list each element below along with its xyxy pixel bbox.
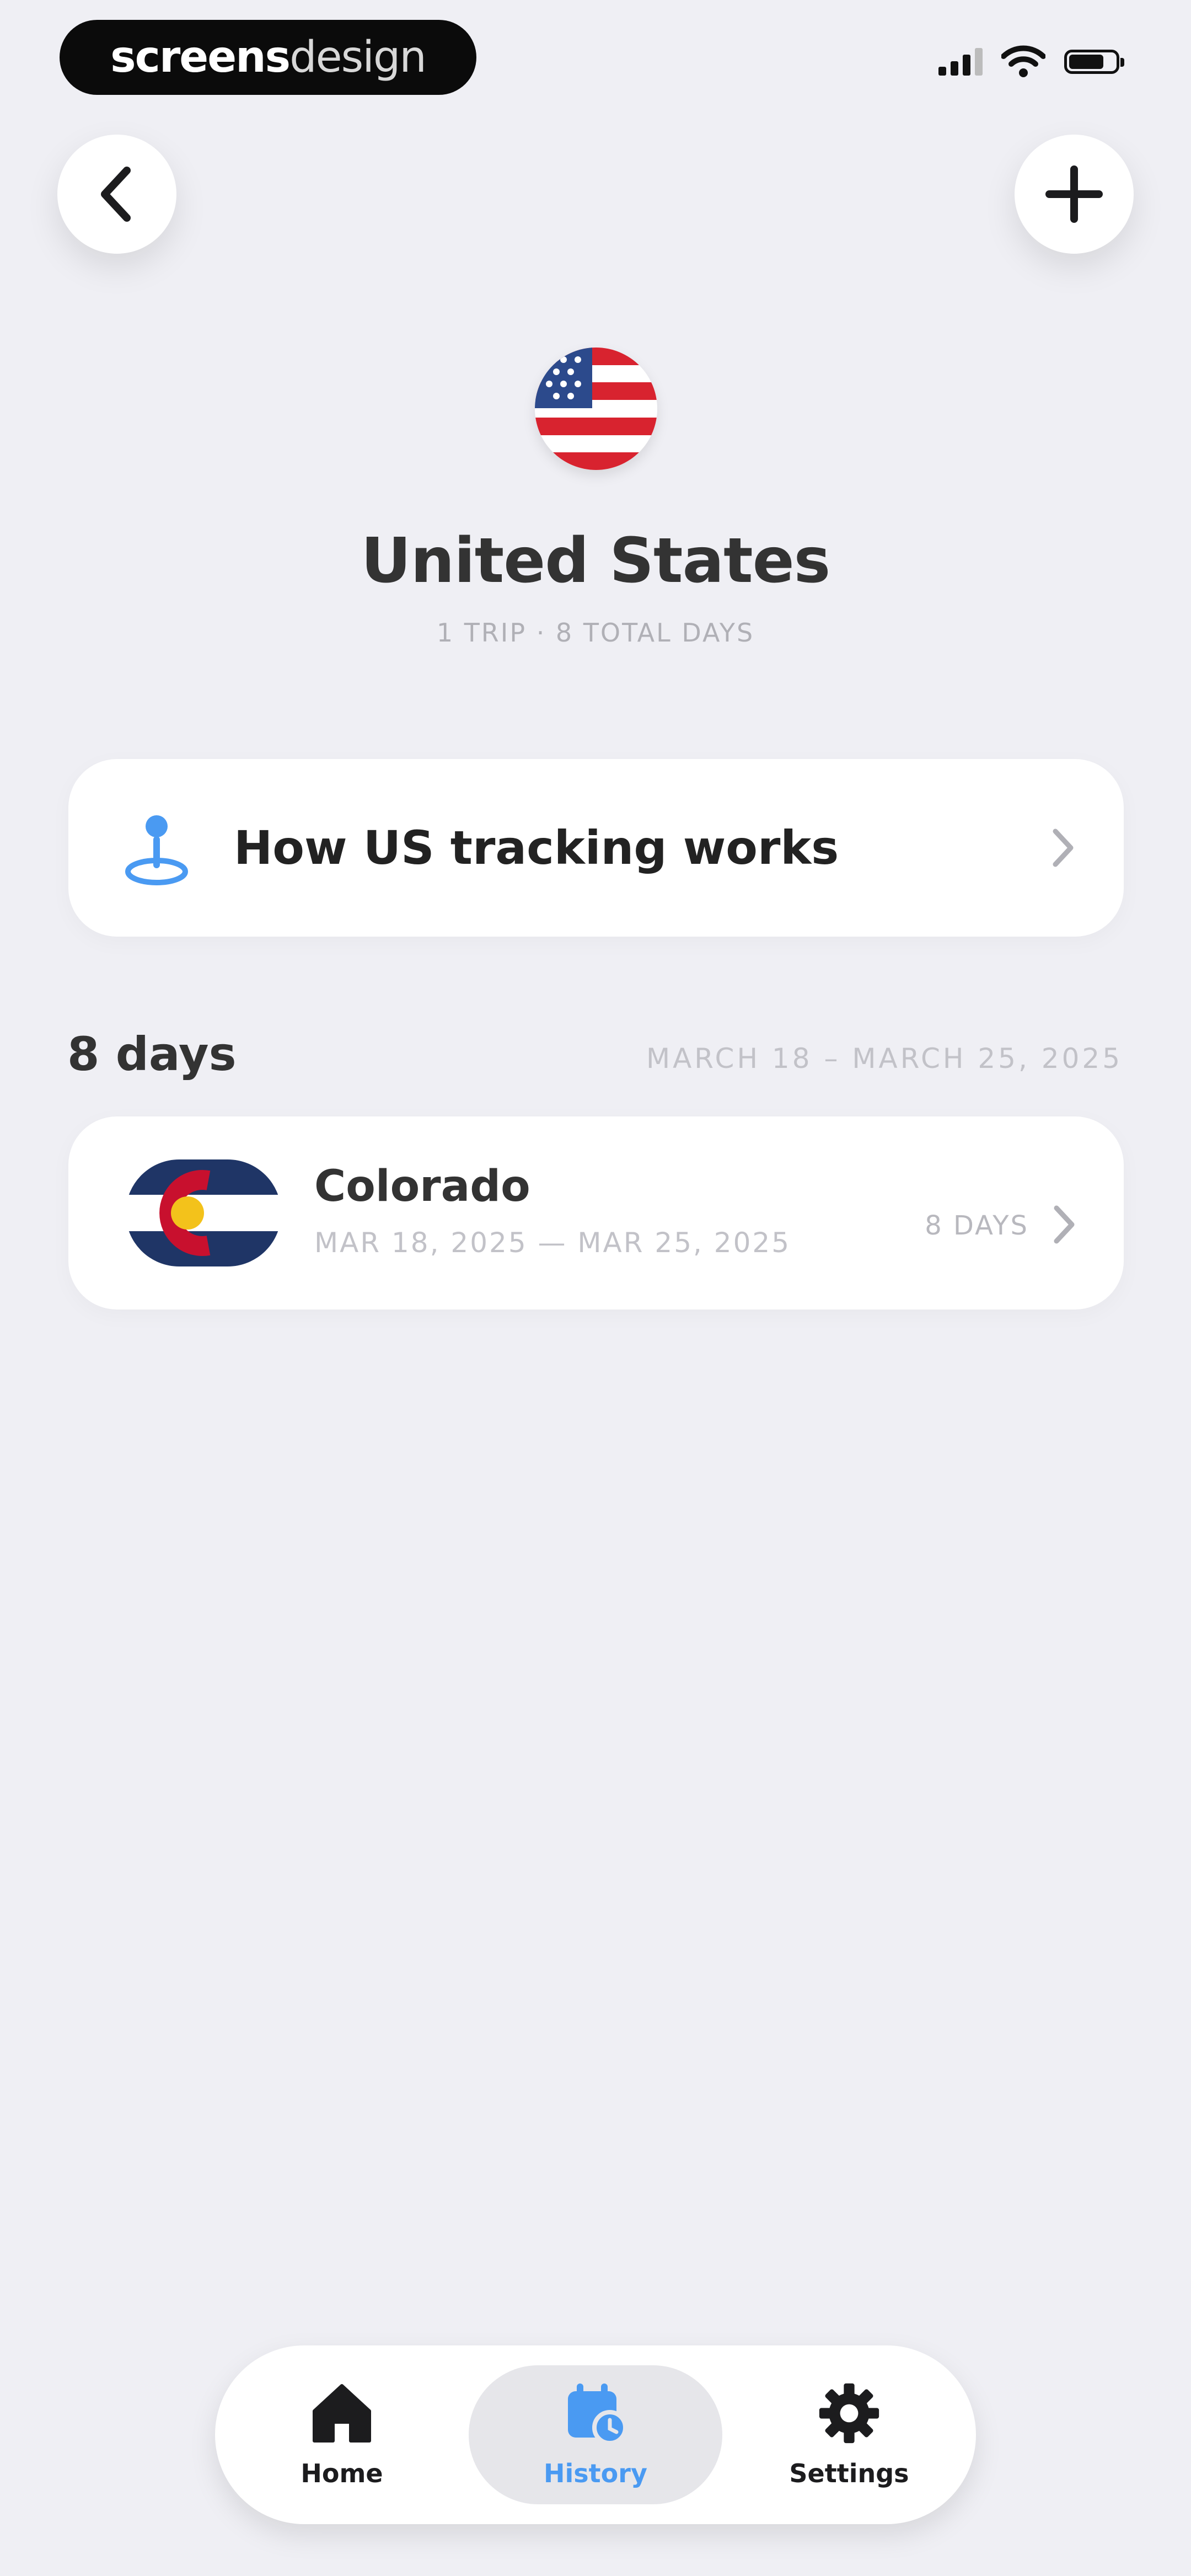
watermark-bold: screens <box>110 33 291 82</box>
trip-days-count: 8 DAYS <box>925 1210 1029 1241</box>
location-pin-icon <box>125 815 188 885</box>
trip-row-colorado[interactable]: Colorado MAR 18, 2025 — MAR 25, 2025 8 D… <box>68 1116 1124 1310</box>
tab-history[interactable]: History <box>469 2365 722 2504</box>
tab-home[interactable]: Home <box>215 2365 469 2504</box>
colorado-flag-icon <box>126 1159 281 1266</box>
status-bar <box>938 45 1124 78</box>
home-icon <box>313 2384 371 2443</box>
how-tracking-works-row[interactable]: How US tracking works <box>68 759 1124 937</box>
tab-history-label: History <box>544 2459 647 2488</box>
watermark-logo: screens design <box>60 20 476 95</box>
watermark-light: design <box>289 33 427 82</box>
date-range-label: MARCH 18 – MARCH 25, 2025 <box>646 1043 1123 1075</box>
us-flag-icon <box>535 348 657 470</box>
back-button[interactable] <box>57 135 176 254</box>
total-days-label: 8 days <box>67 1027 237 1081</box>
page-subtitle: 1 TRIP · 8 TOTAL DAYS <box>436 618 755 648</box>
tab-home-label: Home <box>301 2459 383 2488</box>
screen: screens design United States 1 TRIP · 8 … <box>0 0 1191 2576</box>
gear-icon <box>819 2383 879 2444</box>
tab-settings-label: Settings <box>789 2459 909 2488</box>
wifi-icon <box>1001 45 1045 77</box>
plus-icon <box>1045 165 1103 223</box>
page-title: United States <box>361 525 831 597</box>
tab-settings[interactable]: Settings <box>722 2365 976 2504</box>
battery-icon <box>1064 50 1124 74</box>
history-icon <box>568 2383 627 2445</box>
signal-icon <box>938 48 983 76</box>
chevron-right-icon <box>1054 1205 1075 1244</box>
add-trip-button[interactable] <box>1015 135 1134 254</box>
chevron-left-icon <box>101 167 131 222</box>
tab-bar: Home History Settings <box>215 2345 976 2524</box>
trip-state-name: Colorado <box>314 1162 530 1211</box>
trip-dates: MAR 18, 2025 — MAR 25, 2025 <box>314 1227 791 1259</box>
chevron-right-icon <box>1053 829 1074 867</box>
how-tracking-works-label: How US tracking works <box>234 821 839 875</box>
